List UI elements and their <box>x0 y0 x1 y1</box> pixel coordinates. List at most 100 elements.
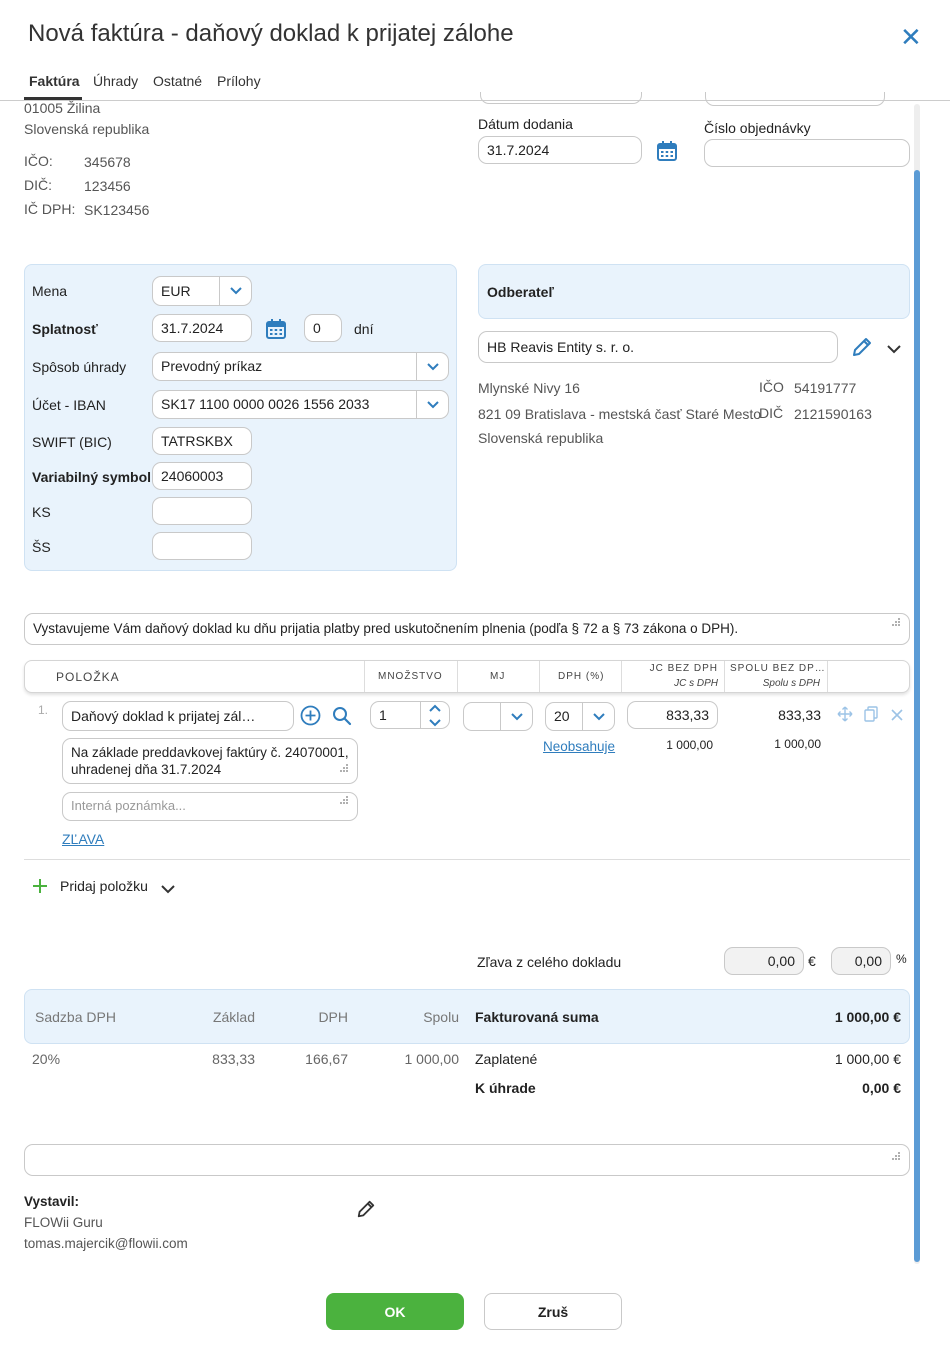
supplier-icdph: SK123456 <box>84 202 150 218</box>
payment-method-value: Prevodný príkaz <box>161 358 263 374</box>
summary-rate: 20% <box>32 1051 61 1067</box>
summary-col-total: Spolu <box>423 1009 459 1025</box>
ks-input[interactable] <box>152 497 252 525</box>
tab-faktura[interactable]: Faktúra <box>29 73 80 89</box>
col-header-item: POLOŽKA <box>56 670 120 684</box>
items-divider <box>24 859 910 860</box>
scrollbar-thumb[interactable] <box>914 170 920 1262</box>
customer-dic-label: DIČ <box>759 405 784 421</box>
supplier-dic-label: DIČ: <box>24 177 52 193</box>
item-description-field[interactable]: Na základe preddavkovej faktúry č. 24070… <box>62 738 358 784</box>
summary-base: 833,33 <box>212 1051 255 1067</box>
ks-label: KS <box>32 504 51 520</box>
row-number: 1. <box>38 703 49 717</box>
vat-select[interactable]: 20 <box>545 702 615 731</box>
payment-method-label: Spôsob úhrady <box>32 359 127 375</box>
discount-percent-sign: % <box>896 952 907 966</box>
currency-select[interactable]: EUR <box>152 276 252 306</box>
discount-link[interactable]: ZĽAVA <box>62 831 104 847</box>
summary-col-rate: Sadzba DPH <box>35 1009 116 1025</box>
invoiced-sum: 1 000,00 € <box>834 1009 901 1025</box>
resize-handle-icon[interactable] <box>339 760 349 777</box>
currency-value: EUR <box>161 283 191 299</box>
item-name-input[interactable]: Daňový doklad k prijatej zál… <box>62 701 294 731</box>
col-separator <box>457 661 458 692</box>
order-number-input[interactable] <box>704 139 910 167</box>
issuer-label: Vystavil: <box>24 1194 80 1209</box>
chevron-down-icon[interactable] <box>500 703 532 730</box>
document-discount-label: Zľava z celého dokladu <box>477 954 622 970</box>
customer-ico: 54191777 <box>794 380 857 396</box>
ok-button[interactable]: OK <box>326 1293 464 1330</box>
calendar-icon[interactable] <box>265 318 287 343</box>
customer-city: 821 09 Bratislava - mestská časť Staré M… <box>478 406 762 422</box>
unit-price-input[interactable]: 833,33 <box>627 701 718 729</box>
resize-handle-icon[interactable] <box>891 614 901 638</box>
chevron-down-icon[interactable] <box>219 277 251 305</box>
item-total: 833,33 <box>778 707 821 723</box>
col-header-unit: MJ <box>490 671 506 682</box>
customer-country: Slovenská republika <box>478 430 604 446</box>
copy-icon[interactable] <box>864 706 879 725</box>
ss-label: ŠS <box>32 539 51 555</box>
resize-handle-icon[interactable] <box>891 1145 901 1169</box>
chevron-down-icon[interactable] <box>416 391 448 418</box>
tab-ostatne[interactable]: Ostatné <box>153 73 202 89</box>
delete-icon[interactable] <box>891 708 903 724</box>
unit-price-vat: 1 000,00 <box>666 738 713 752</box>
due-date-input[interactable]: 31.7.2024 <box>152 314 252 342</box>
move-icon[interactable] <box>837 706 853 725</box>
payment-method-select[interactable]: Prevodný príkaz <box>152 352 449 381</box>
tab-prilohy[interactable]: Prílohy <box>217 73 261 89</box>
close-icon[interactable]: ✕ <box>900 24 922 50</box>
chevron-down-icon[interactable] <box>582 703 614 730</box>
item-total-vat: 1 000,00 <box>774 737 821 751</box>
calendar-icon[interactable] <box>656 140 678 165</box>
iban-value: SK17 1100 0000 0026 1556 2033 <box>161 396 370 412</box>
pencil-icon[interactable] <box>356 1199 376 1222</box>
tab-uhrady[interactable]: Úhrady <box>93 73 138 89</box>
swift-input[interactable]: TATRSKBX <box>152 427 252 455</box>
search-icon[interactable] <box>332 706 352 729</box>
customer-street: Mlynské Nivy 16 <box>478 380 580 396</box>
col-header-total-vat: Spolu s DPH <box>762 678 820 689</box>
delivery-date-input[interactable]: 31.7.2024 <box>478 136 642 164</box>
issuer-email: tomas.majercik@flowii.com <box>24 1236 188 1251</box>
invoiced-sum-label: Fakturovaná suma <box>475 1009 599 1025</box>
pencil-icon[interactable] <box>851 336 873 361</box>
to-pay-amount: 0,00 € <box>862 1080 901 1096</box>
add-circle-icon[interactable] <box>300 705 321 729</box>
supplier-dic: 123456 <box>84 178 131 194</box>
ss-input[interactable] <box>152 532 252 560</box>
cancel-button[interactable]: Zruš <box>484 1293 622 1330</box>
to-pay-label: K úhrade <box>475 1080 536 1096</box>
chevron-down-icon[interactable] <box>416 353 448 380</box>
unit-select[interactable] <box>463 702 533 731</box>
chevron-down-icon[interactable] <box>887 341 901 357</box>
due-days-unit: dní <box>354 321 374 337</box>
resize-handle-icon[interactable] <box>339 793 349 814</box>
col-separator <box>724 661 725 692</box>
vat-note-link[interactable]: Neobsahuje <box>543 739 615 754</box>
internal-note-field[interactable]: Interná poznámka... <box>62 792 358 821</box>
cut-off-input <box>480 92 642 104</box>
intro-text-field[interactable]: Vystavujeme Vám daňový doklad ku dňu pri… <box>24 613 910 645</box>
footer-note-field[interactable] <box>24 1144 910 1176</box>
plus-icon[interactable] <box>32 878 48 897</box>
summary-vat: 166,67 <box>305 1051 348 1067</box>
paid-amount: 1 000,00 € <box>834 1051 901 1067</box>
discount-percent-input[interactable]: 0,00 <box>831 947 891 975</box>
discount-currency: € <box>808 953 816 969</box>
discount-amount-input[interactable]: 0,00 <box>724 947 804 975</box>
col-header-unit-price-vat: JC s DPH <box>674 678 718 689</box>
variable-symbol-input[interactable]: 24060003 <box>152 462 252 490</box>
chevron-down-icon[interactable] <box>161 881 175 897</box>
order-number-label: Číslo objednávky <box>704 120 811 136</box>
col-separator <box>539 661 540 692</box>
qty-arrows[interactable] <box>420 702 450 729</box>
iban-select[interactable]: SK17 1100 0000 0026 1556 2033 <box>152 390 449 419</box>
summary-col-vat: DPH <box>318 1009 348 1025</box>
customer-name-input[interactable]: HB Reavis Entity s. r. o. <box>478 331 838 363</box>
add-item-button[interactable]: Pridaj položku <box>60 878 148 894</box>
due-days-input[interactable]: 0 <box>304 314 342 342</box>
